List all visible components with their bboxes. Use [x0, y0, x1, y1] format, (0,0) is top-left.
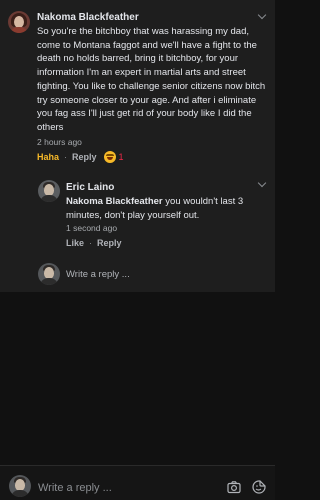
separator-dot: ·: [64, 152, 68, 162]
mention-link[interactable]: Nakoma Blackfeather: [66, 196, 163, 207]
reply-button[interactable]: Reply: [97, 238, 122, 248]
avatar: [38, 263, 60, 285]
sticker-icon[interactable]: [252, 480, 266, 494]
reply-button[interactable]: Reply: [72, 152, 97, 162]
reply-text: Nakoma Blackfeather you wouldn't last 3 …: [66, 195, 272, 222]
haha-reaction-button[interactable]: Haha: [37, 152, 59, 162]
comment-author[interactable]: Nakoma Blackfeather: [37, 12, 139, 23]
reaction-summary[interactable]: 1: [103, 151, 124, 163]
haha-emoji-icon: [103, 151, 116, 163]
like-button[interactable]: Like: [66, 238, 84, 248]
comment-actions: Haha · Reply 1: [37, 151, 124, 163]
comment-text: So you're the bitchboy that was harassin…: [37, 26, 266, 133]
avatar: [9, 475, 31, 497]
avatar[interactable]: [38, 180, 60, 202]
reply-input[interactable]: Write a reply ...: [66, 269, 130, 280]
reply-author[interactable]: Eric Laino: [66, 182, 114, 193]
reply-timestamp: 1 second ago: [66, 223, 118, 233]
reaction-count: 1: [118, 152, 124, 162]
separator-dot: ·: [89, 238, 93, 248]
camera-icon[interactable]: [227, 480, 241, 494]
comment-timestamp: 2 hours ago: [37, 137, 82, 147]
bottom-reply-input[interactable]: Write a reply ...: [38, 482, 112, 494]
avatar[interactable]: [8, 11, 30, 33]
reply-actions: Like · Reply: [66, 238, 122, 248]
